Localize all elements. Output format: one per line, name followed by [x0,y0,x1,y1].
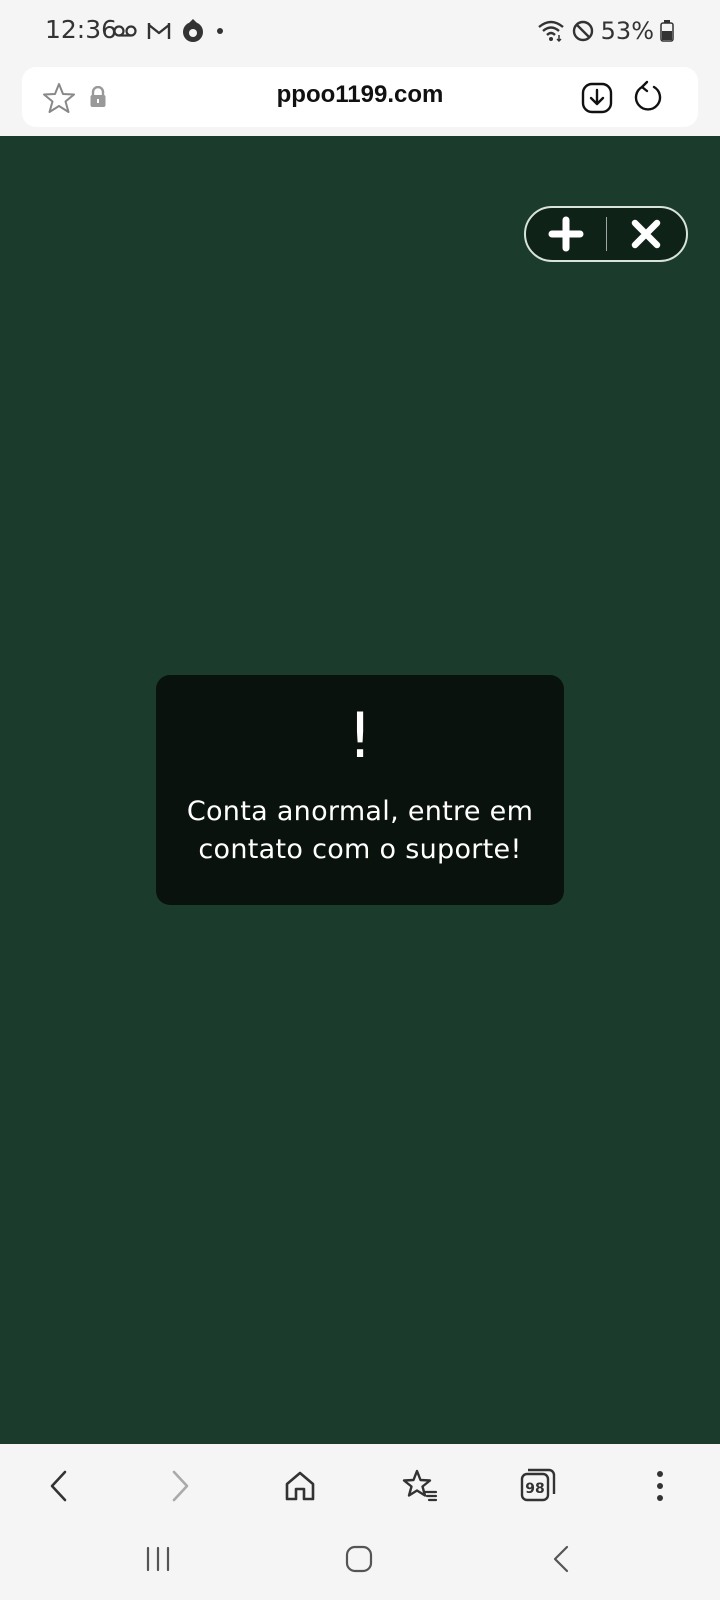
browser-toolbar: 98 [0,1444,720,1524]
home-square-icon [345,1545,373,1573]
system-navigation-bar [0,1524,720,1600]
bookmarks-button[interactable] [398,1464,442,1508]
voicemail-icon [113,25,137,37]
web-content: ! Conta anormal, entre em contato com o … [0,136,720,1444]
battery-percentage: 53% [600,17,654,45]
floating-controls [524,206,688,262]
home-nav-button[interactable] [334,1534,384,1584]
more-vertical-icon [657,1471,663,1501]
more-notifications-dot-icon [217,28,223,34]
notification-icons [113,17,225,45]
alert-message: Conta anormal, entre em contato com o su… [186,796,534,865]
more-menu-button[interactable] [638,1464,682,1508]
do-not-disturb-icon [572,20,593,42]
chevron-left-icon [50,1470,67,1502]
reload-icon[interactable] [632,80,664,114]
download-icon[interactable] [581,82,613,114]
forward-button[interactable] [158,1464,202,1508]
bookmarks-star-list-icon [402,1469,438,1502]
back-button[interactable] [37,1464,81,1508]
back-nav-button[interactable] [536,1534,586,1584]
alert-dialog: ! Conta anormal, entre em contato com o … [156,675,564,905]
app-notification-icon [183,19,203,42]
home-button[interactable] [278,1464,322,1508]
chevron-right-icon [172,1470,189,1502]
plus-icon [548,216,584,252]
pill-divider [605,217,607,251]
tabs-button[interactable]: 98 [516,1464,560,1508]
close-button[interactable] [607,208,687,260]
back-chevron-icon [553,1545,569,1573]
gmail-icon [147,23,171,39]
system-status-icons: 53% [537,15,674,47]
status-bar: 12:36 53% [0,0,720,62]
status-time: 12:36 [45,15,118,44]
tabs-count: 98 [525,1481,544,1497]
battery-icon [660,20,674,42]
alert-icon: ! [347,699,373,772]
add-button[interactable] [526,208,606,260]
wifi-icon [537,20,564,43]
home-icon [285,1471,315,1501]
tabs-icon: 98 [520,1468,556,1502]
close-icon [632,219,661,249]
recent-apps-icon [146,1546,170,1572]
address-bar[interactable]: ppoo1199.com [22,67,698,127]
recent-apps-button[interactable] [133,1534,183,1584]
